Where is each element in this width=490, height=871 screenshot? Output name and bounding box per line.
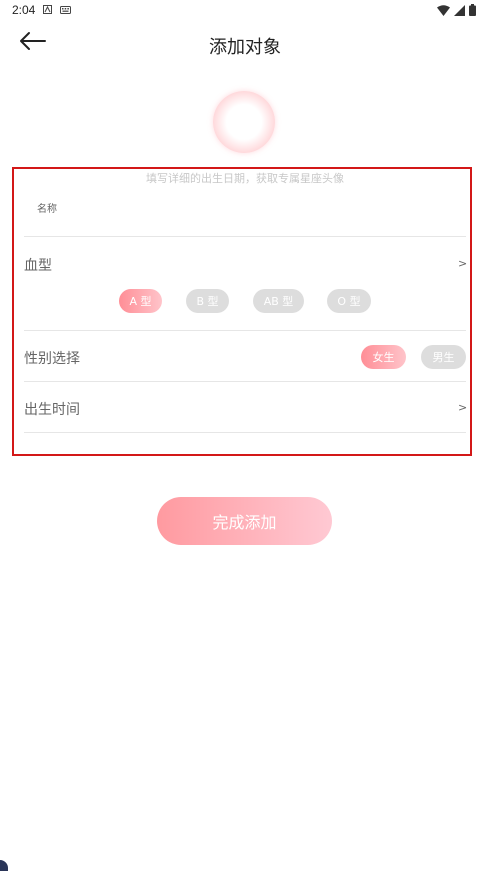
- divider: [24, 330, 466, 331]
- divider: [24, 381, 466, 382]
- battery-icon: [469, 4, 476, 16]
- gender-option-male[interactable]: 男生: [421, 345, 466, 369]
- blood-type-chevron[interactable]: >: [458, 257, 467, 270]
- signal-icon: [454, 4, 465, 16]
- wifi-icon: [437, 4, 450, 16]
- birth-time-label[interactable]: 出生时间: [24, 399, 80, 419]
- notification-a-icon: [43, 5, 52, 14]
- blood-type-option-a[interactable]: A 型: [119, 289, 162, 313]
- blood-type-option-o[interactable]: O 型: [327, 289, 371, 313]
- name-input[interactable]: [24, 214, 466, 234]
- gender-label: 性别选择: [24, 351, 80, 367]
- avatar[interactable]: [213, 91, 275, 153]
- submit-button[interactable]: 完成添加: [157, 497, 332, 545]
- status-right-icons: [437, 4, 476, 16]
- name-label: 名称: [37, 204, 57, 215]
- blood-type-option-b[interactable]: B 型: [186, 289, 229, 313]
- page-title: 添加对象: [209, 37, 281, 58]
- keyboard-icon: [60, 6, 71, 14]
- blood-type-label: 血型: [24, 258, 52, 274]
- blood-type-option-ab[interactable]: AB 型: [253, 289, 304, 313]
- status-bar: 2:04: [0, 0, 490, 22]
- status-time: 2:04: [12, 3, 36, 17]
- divider: [24, 236, 466, 237]
- birth-time-chevron[interactable]: >: [458, 401, 467, 414]
- corner-mark: [0, 860, 8, 871]
- gender-option-female[interactable]: 女生: [361, 345, 406, 369]
- form-highlight-box: [12, 167, 472, 456]
- divider: [24, 432, 466, 433]
